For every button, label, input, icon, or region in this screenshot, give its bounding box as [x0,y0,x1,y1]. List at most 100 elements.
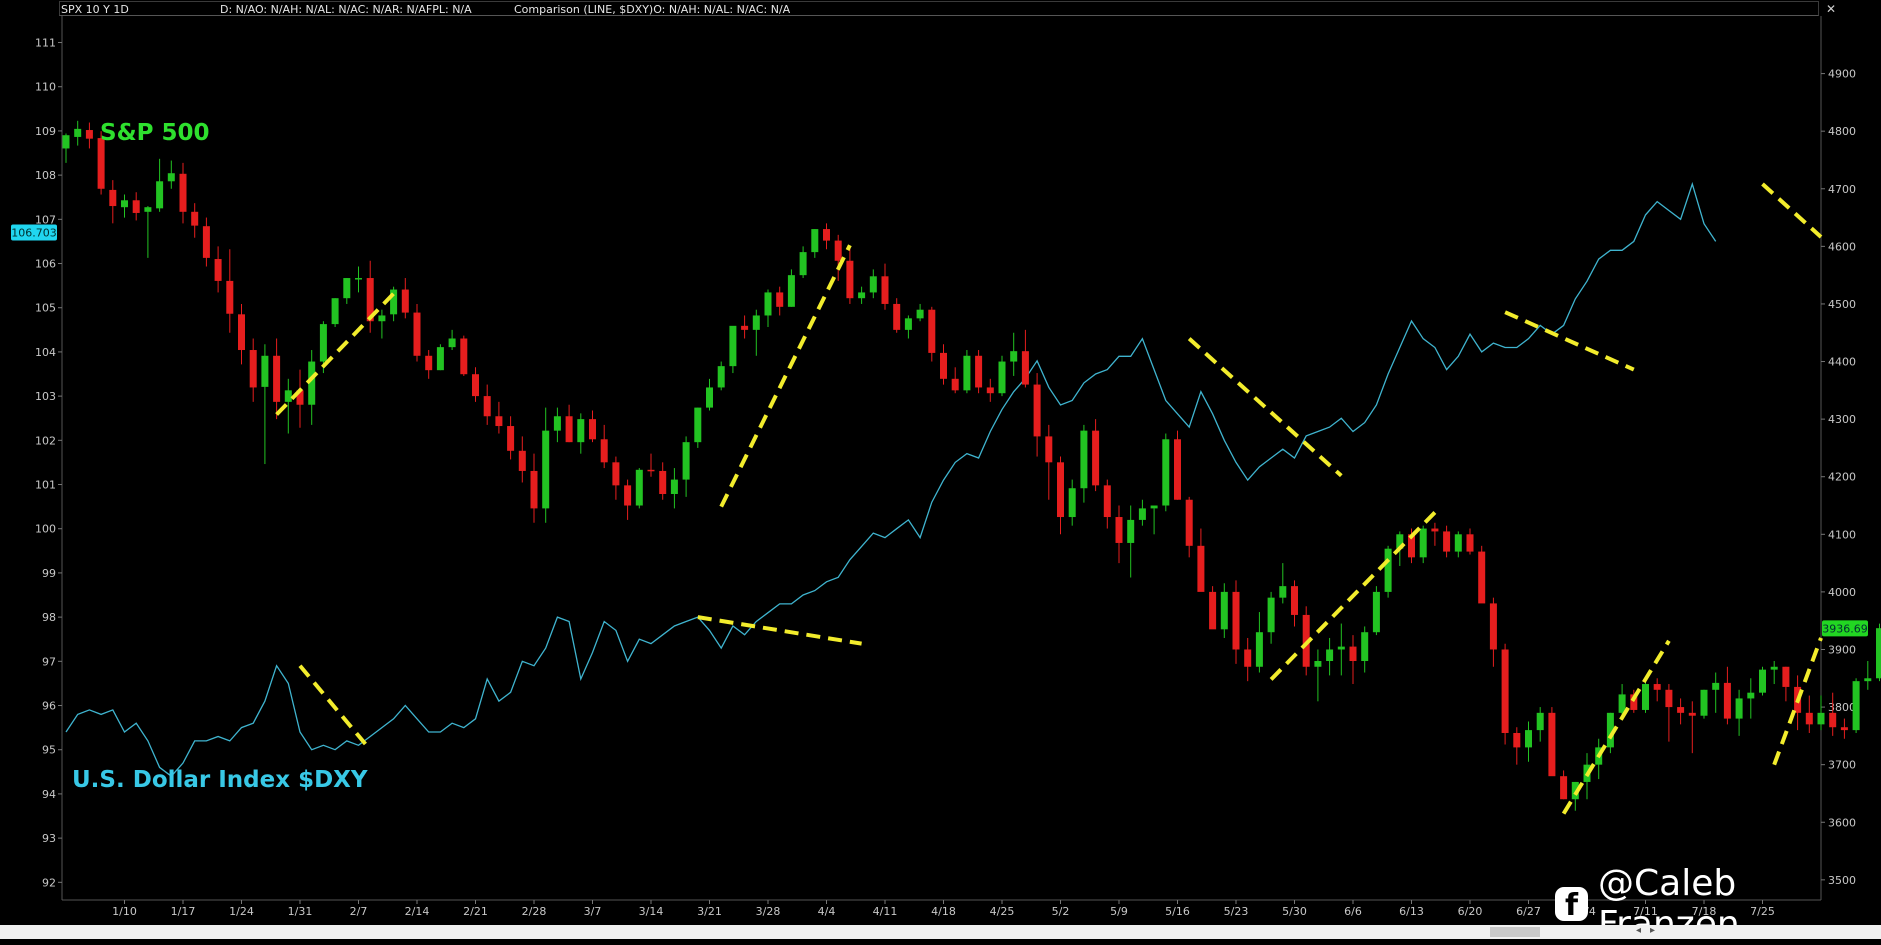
x-tick-label: 2/21 [463,905,488,918]
candle-body [1361,632,1368,661]
x-tick-label: 5/9 [1110,905,1128,918]
left-tick-label: 105 [35,302,56,315]
candle-body [226,281,233,314]
candle [601,425,608,468]
candle-body [975,356,982,388]
candle-body [999,362,1006,394]
candle-body [1279,586,1286,598]
candle [589,410,596,442]
candle [718,362,725,391]
candle [753,310,760,356]
x-tick-label: 6/13 [1399,905,1424,918]
candle-body [928,310,935,353]
candle [1478,546,1485,604]
left-tick-label: 103 [35,390,56,403]
candle [765,290,772,327]
trend-line [698,617,862,644]
candle [1759,667,1766,696]
trend-line [1189,339,1341,476]
candle [776,287,783,316]
candle-body [1712,683,1719,690]
badge-layer: 3936.69106.703 [11,224,1868,636]
candle-body [1642,684,1649,710]
candle [1595,739,1602,779]
candle-body [144,207,151,212]
candle [1642,678,1649,713]
candle-body [882,276,889,304]
candle-body [519,451,526,471]
left-tick-label: 110 [35,81,56,94]
candle [1197,529,1204,592]
candle-body [905,318,912,330]
candle-body [285,390,292,402]
right-tick-label: 4700 [1828,183,1856,196]
candle-body [109,190,116,206]
candle [355,267,362,293]
candle [1314,649,1321,701]
scroll-right-icon[interactable]: ▸ [1650,925,1655,936]
candle-body [718,366,725,387]
candle [1712,673,1719,713]
scroll-left-icon[interactable]: ◂ [1636,925,1641,936]
candle [659,462,666,499]
candle [1127,506,1134,578]
x-tick-label: 3/21 [697,905,722,918]
candle [1431,523,1438,546]
candle [706,379,713,411]
candle-body [425,356,432,370]
candle-body [250,350,257,387]
candle [121,195,128,218]
candle [74,121,81,146]
horizontal-scrollbar[interactable]: ◂ ▸ [0,925,1881,939]
candle [215,246,222,292]
left-tick-label: 92 [42,876,56,889]
candle-body [1841,727,1848,730]
candle-body [1116,517,1123,543]
candle-body [788,275,795,307]
right-tick-label: 4800 [1828,125,1856,138]
right-tick-label: 4000 [1828,586,1856,599]
candle-body [1314,661,1321,667]
candle-body [261,356,268,387]
right-tick-label: 4500 [1828,298,1856,311]
candle [1338,624,1345,676]
candle [1525,721,1532,761]
candle-body [507,426,514,451]
candle-body [402,290,409,313]
candle-body [1759,670,1766,693]
scrollbar-thumb[interactable] [1490,927,1540,937]
candle-body [1829,713,1836,727]
candle [495,402,502,434]
candle-body [1736,698,1743,718]
candle-body [1853,681,1860,730]
candle [694,408,701,448]
candle-body [1443,531,1450,551]
candle [332,298,339,327]
candle [1771,661,1778,684]
candle [835,235,842,281]
candle-body [870,276,877,292]
right-tick-label: 4600 [1828,240,1856,253]
candle-body [823,229,830,241]
right-tick-label: 4200 [1828,471,1856,484]
candle-body [577,419,584,442]
candle [928,307,935,362]
candle [1174,431,1181,500]
x-tick-label: 3/14 [639,905,664,918]
candle-body [1022,351,1029,384]
candle [1747,678,1754,718]
trend-line [1763,184,1822,237]
left-tick-label: 94 [42,788,56,801]
candle-body [1034,385,1041,437]
x-tick-label: 2/28 [522,905,547,918]
candle [191,203,198,238]
left-tick-label: 97 [42,655,56,668]
candle [1116,506,1123,564]
candle [168,161,175,189]
candle-body [437,347,444,370]
candle [1490,598,1497,667]
candle [648,454,655,477]
right-tick-label: 3600 [1828,816,1856,829]
candle-body [86,130,93,139]
candle [566,405,573,442]
